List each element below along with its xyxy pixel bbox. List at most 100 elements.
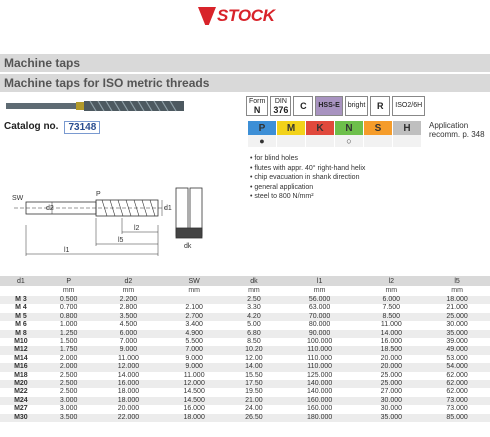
table-cell: 20.000 [358, 363, 425, 372]
table-cell: 160.000 [280, 396, 359, 406]
table-row[interactable]: M27 3.000 20.000 16.000 24.00 160.000 30.000 73… [0, 405, 490, 414]
table-cell: 35.000 [358, 413, 425, 423]
spiral-icon: R [370, 96, 391, 116]
table-row[interactable]: M12 1.750 9.000 7.000 10.20 110.000 18.500 49.0… [0, 346, 490, 355]
table-row[interactable]: M20 2.500 16.000 12.000 17.50 140.000 25.000 62… [0, 380, 490, 389]
table-cell: 4.900 [161, 329, 228, 339]
catalog-label: Catalog no. [4, 121, 59, 132]
table-row[interactable]: M 8 1.250 6.000 4.900 6.80 90.000 14.000 35.000 [0, 329, 490, 339]
table-cell: 2.100 [161, 304, 228, 313]
material-letter: K [306, 121, 334, 135]
table-cell: M 8 [0, 329, 42, 339]
table-cell: 3.500 [41, 413, 96, 423]
unit-cell: mm [424, 286, 490, 296]
table-cell: 63.000 [280, 304, 359, 313]
table-cell: 30.000 [424, 321, 490, 330]
unit-cell [0, 286, 42, 296]
table-cell: 7.000 [95, 338, 162, 347]
col-dk: dk [227, 276, 281, 286]
table-cell: M 5 [0, 312, 42, 322]
table-cell: 2.700 [161, 312, 228, 322]
table-cell: 80.000 [280, 321, 359, 330]
unit-cell: mm [227, 286, 281, 296]
label-p: P [96, 191, 101, 198]
table-cell: 54.000 [424, 363, 490, 372]
material-n: N ○ [335, 121, 364, 147]
table-cell: 85.000 [424, 413, 490, 423]
table-cell: 56.000 [280, 296, 359, 305]
table-cell: 18.000 [95, 388, 162, 397]
table-cell: 39.000 [424, 338, 490, 347]
feature-item: general application [250, 183, 365, 193]
property-icons: Form N DIN 376 C HSS-E bright R ISO2/6H [246, 96, 426, 116]
table-cell: 0.700 [41, 304, 96, 313]
material-letter: P [248, 121, 276, 135]
table-cell: 14.000 [95, 371, 162, 381]
table-cell: 12.00 [227, 354, 281, 364]
table-cell: 9.000 [161, 354, 228, 364]
table-row[interactable]: M14 2.000 11.000 9.000 12.00 110.000 20.000 53.… [0, 354, 490, 364]
table-cell: 2.50 [227, 296, 281, 305]
table-unit-row: mm mm mm mm mm mm mm [0, 286, 490, 296]
table-cell: 19.50 [227, 388, 281, 397]
din-icon-main: 376 [273, 105, 289, 115]
table-cell: M24 [0, 396, 42, 406]
table-cell: 9.000 [95, 346, 162, 355]
table-row[interactable]: M30 3.500 22.000 18.000 26.50 180.000 35.000 85… [0, 413, 490, 423]
table-row[interactable]: M 4 0.700 2.800 2.100 3.30 63.000 7.500 21.000 [0, 304, 490, 313]
feature-item: chip evacuation in shank direction [250, 173, 365, 183]
logo-mark [198, 7, 216, 25]
col-p: P [41, 276, 96, 286]
unit-cell: mm [161, 286, 228, 296]
label-dk: dk [184, 243, 192, 250]
table-row[interactable]: M 5 0.800 3.500 2.700 4.20 70.000 8.500 25.000 [0, 312, 490, 322]
table-cell: 16.000 [358, 338, 425, 347]
col-d1: d1 [0, 276, 42, 286]
table-row[interactable]: M24 3.000 18.000 14.500 21.00 160.000 30.000 73… [0, 396, 490, 406]
label-d2: d2 [46, 205, 54, 212]
table-cell: 70.000 [280, 312, 359, 322]
table-cell: 14.00 [227, 363, 281, 372]
table-row[interactable]: M 3 0.500 2.200 2.50 56.000 6.000 18.000 [0, 296, 490, 305]
table-cell: 27.000 [358, 388, 425, 397]
table-cell: M18 [0, 371, 42, 381]
table-cell: 49.000 [424, 346, 490, 355]
table-cell: 25.000 [358, 380, 425, 389]
type-icon-main: N [253, 105, 261, 115]
table-cell: 16.000 [95, 380, 162, 389]
table-row[interactable]: M16 2.000 12.000 9.000 14.00 110.000 20.000 54.… [0, 363, 490, 372]
table-cell: 180.000 [280, 413, 359, 423]
label-d1: d1 [164, 205, 172, 212]
table-cell: M10 [0, 338, 42, 347]
table-row[interactable]: M 6 1.000 4.500 3.400 5.00 80.000 11.000 30.000 [0, 321, 490, 330]
stock-logo: STOCK [198, 6, 275, 26]
catalog-value[interactable]: 73148 [64, 121, 101, 134]
table-cell: 12.000 [95, 363, 162, 372]
table-cell: 14.500 [161, 396, 228, 406]
table-cell: 7.500 [358, 304, 425, 313]
material-mark [393, 135, 421, 147]
material-groups: P ● M K N ○ S H [248, 121, 422, 147]
table-cell: 20.000 [95, 405, 162, 414]
table-cell: 3.000 [41, 405, 96, 414]
table-cell: 26.50 [227, 413, 281, 423]
table-cell: M16 [0, 363, 42, 372]
table-cell: 14.500 [161, 388, 228, 397]
material-mark [364, 135, 392, 147]
table-cell: M 6 [0, 321, 42, 330]
table-cell: 9.000 [161, 363, 228, 372]
table-cell: 1.250 [41, 329, 96, 339]
table-row[interactable]: M18 2.500 14.000 11.000 15.50 125.000 25.000 62… [0, 371, 490, 381]
table-cell: 73.000 [424, 405, 490, 414]
table-cell: 8.50 [227, 338, 281, 347]
table-cell: 62.000 [424, 388, 490, 397]
table-cell: 4.20 [227, 312, 281, 322]
col-d2: d2 [95, 276, 162, 286]
label-l1: l1 [64, 247, 70, 254]
table-row[interactable]: M10 1.500 7.000 5.500 8.50 100.000 16.000 39.00… [0, 338, 490, 347]
table-row[interactable]: M22 2.500 18.000 14.500 19.50 140.000 27.000 62… [0, 388, 490, 397]
material-p: P ● [248, 121, 277, 147]
table-cell: 2.500 [41, 388, 96, 397]
table-cell: 11.000 [161, 371, 228, 381]
col-l1: l1 [280, 276, 359, 286]
